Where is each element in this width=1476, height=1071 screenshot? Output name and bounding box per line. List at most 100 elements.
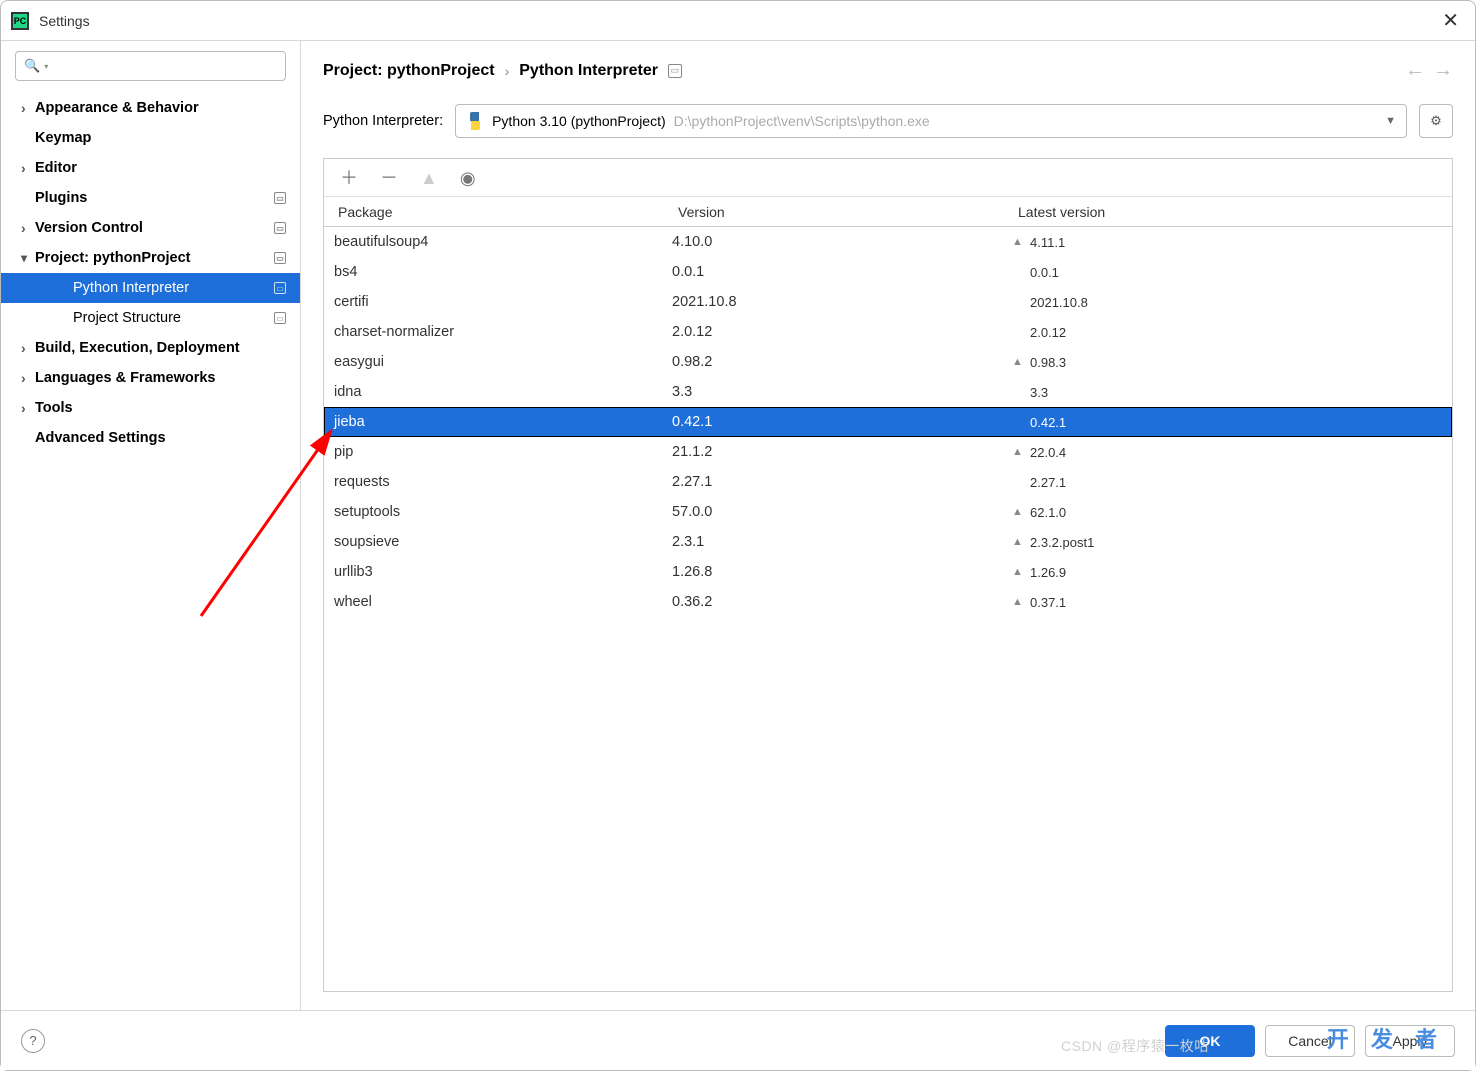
cell-version: 21.1.2 — [664, 444, 1004, 460]
table-row[interactable]: requests2.27.12.27.1 — [324, 467, 1452, 497]
breadcrumb-item-1[interactable]: Project: pythonProject — [323, 62, 495, 80]
package-toolbar: ＋ － ▲ ◉ — [324, 159, 1452, 197]
sidebar-item-languages-frameworks[interactable]: Languages & Frameworks — [1, 363, 300, 393]
table-row[interactable]: soupsieve2.3.1▲2.3.2.post1 — [324, 527, 1452, 557]
options-icon[interactable]: ▭ — [668, 64, 682, 78]
apply-button[interactable]: Apply — [1365, 1025, 1455, 1057]
table-row[interactable]: pip21.1.2▲22.0.4 — [324, 437, 1452, 467]
interpreter-select[interactable]: Python 3.10 (pythonProject) D:\pythonPro… — [455, 104, 1407, 138]
sidebar-item-label: Appearance & Behavior — [35, 100, 286, 116]
add-package-button[interactable]: ＋ — [340, 169, 358, 187]
chevron-icon — [21, 370, 35, 386]
help-button[interactable]: ? — [21, 1029, 45, 1053]
gear-button[interactable]: ⚙ — [1419, 104, 1453, 138]
header-package[interactable]: Package — [324, 204, 664, 220]
table-row[interactable]: jieba0.42.10.42.1 — [324, 407, 1452, 437]
interpreter-label: Python Interpreter: — [323, 113, 443, 129]
project-badge-icon: ▭ — [274, 252, 286, 264]
sidebar-item-project-pythonproject[interactable]: Project: pythonProject▭ — [1, 243, 300, 273]
upgrade-available-icon: ▲ — [1012, 446, 1024, 458]
table-row[interactable]: urllib31.26.8▲1.26.9 — [324, 557, 1452, 587]
cell-latest: 2.27.1 — [1004, 475, 1452, 490]
cell-package-name: requests — [324, 474, 664, 490]
table-row[interactable]: bs40.0.10.0.1 — [324, 257, 1452, 287]
back-icon[interactable]: ← — [1405, 59, 1425, 82]
table-row[interactable]: setuptools57.0.0▲62.1.0 — [324, 497, 1452, 527]
content: Project: pythonProject › Python Interpre… — [301, 41, 1475, 1010]
cell-latest-value: 62.1.0 — [1030, 505, 1066, 520]
sidebar-item-project-structure[interactable]: Project Structure▭ — [1, 303, 300, 333]
sidebar-item-label: Keymap — [35, 130, 286, 146]
project-badge-icon: ▭ — [274, 222, 286, 234]
cell-version: 0.36.2 — [664, 594, 1004, 610]
table-row[interactable]: easygui0.98.2▲0.98.3 — [324, 347, 1452, 377]
cell-version: 2.0.12 — [664, 324, 1004, 340]
search-icon: 🔍 — [24, 58, 40, 74]
sidebar-item-label: Python Interpreter — [73, 280, 274, 296]
chevron-icon — [21, 400, 35, 416]
sidebar-item-label: Version Control — [35, 220, 274, 236]
search-dropdown-icon: ▾ — [44, 62, 48, 71]
close-icon[interactable]: ✕ — [1436, 8, 1465, 33]
cancel-button[interactable]: Cancel — [1265, 1025, 1355, 1057]
table-row[interactable]: certifi2021.10.82021.10.8 — [324, 287, 1452, 317]
table-row[interactable]: wheel0.36.2▲0.37.1 — [324, 587, 1452, 617]
cell-version: 2.27.1 — [664, 474, 1004, 490]
cell-latest-value: 2021.10.8 — [1030, 295, 1088, 310]
footer-buttons: OK Cancel Apply — [1165, 1025, 1455, 1057]
ok-button[interactable]: OK — [1165, 1025, 1255, 1057]
table-row[interactable]: charset-normalizer2.0.122.0.12 — [324, 317, 1452, 347]
cell-latest: 3.3 — [1004, 385, 1452, 400]
cell-package-name: charset-normalizer — [324, 324, 664, 340]
table-row[interactable]: idna3.33.3 — [324, 377, 1452, 407]
cell-latest: ▲22.0.4 — [1004, 445, 1452, 460]
cell-package-name: pip — [324, 444, 664, 460]
project-badge-icon: ▭ — [274, 192, 286, 204]
remove-package-button[interactable]: － — [380, 169, 398, 187]
forward-icon[interactable]: → — [1433, 59, 1453, 82]
show-early-releases-button[interactable]: ◉ — [460, 169, 476, 187]
chevron-icon — [21, 340, 35, 356]
python-icon — [466, 112, 484, 130]
upgrade-package-button[interactable]: ▲ — [420, 169, 438, 187]
sidebar-item-appearance-behavior[interactable]: Appearance & Behavior — [1, 93, 300, 123]
header-version[interactable]: Version — [664, 204, 1004, 220]
cell-latest: ▲4.11.1 — [1004, 235, 1452, 250]
project-badge-icon: ▭ — [274, 312, 286, 324]
search-input[interactable]: 🔍 ▾ — [15, 51, 286, 81]
sidebar-item-keymap[interactable]: Keymap — [1, 123, 300, 153]
search-wrap: 🔍 ▾ — [1, 41, 300, 91]
sidebar-item-label: Editor — [35, 160, 286, 176]
cell-latest-value: 2.27.1 — [1030, 475, 1066, 490]
nav-arrows: ← → — [1405, 59, 1453, 82]
sidebar-item-label: Build, Execution, Deployment — [35, 340, 286, 356]
header-latest[interactable]: Latest version — [1004, 204, 1452, 220]
app-icon: PC — [11, 12, 29, 30]
sidebar: 🔍 ▾ Appearance & Behavior Keymap Editor Plu… — [1, 41, 301, 1010]
sidebar-item-label: Tools — [35, 400, 286, 416]
cell-package-name: certifi — [324, 294, 664, 310]
main: 🔍 ▾ Appearance & Behavior Keymap Editor Plu… — [1, 41, 1475, 1010]
help-icon: ? — [29, 1033, 36, 1048]
breadcrumb-item-2: Python Interpreter — [519, 62, 658, 80]
sidebar-item-label: Languages & Frameworks — [35, 370, 286, 386]
sidebar-item-build-execution-deployment[interactable]: Build, Execution, Deployment — [1, 333, 300, 363]
sidebar-item-version-control[interactable]: Version Control▭ — [1, 213, 300, 243]
cell-latest-value: 3.3 — [1030, 385, 1048, 400]
interpreter-row: Python Interpreter: Python 3.10 (pythonP… — [323, 104, 1453, 138]
cell-latest-value: 2.3.2.post1 — [1030, 535, 1094, 550]
cell-package-name: idna — [324, 384, 664, 400]
chevron-icon — [21, 160, 35, 176]
sidebar-item-advanced-settings[interactable]: Advanced Settings — [1, 423, 300, 453]
sidebar-item-tools[interactable]: Tools — [1, 393, 300, 423]
sidebar-item-python-interpreter[interactable]: Python Interpreter▭ — [1, 273, 300, 303]
sidebar-item-editor[interactable]: Editor — [1, 153, 300, 183]
cell-latest: ▲62.1.0 — [1004, 505, 1452, 520]
project-badge-icon: ▭ — [274, 282, 286, 294]
table-row[interactable]: beautifulsoup44.10.0▲4.11.1 — [324, 227, 1452, 257]
chevron-icon — [21, 100, 35, 116]
upgrade-available-icon: ▲ — [1012, 596, 1024, 608]
cell-package-name: soupsieve — [324, 534, 664, 550]
cell-latest: ▲2.3.2.post1 — [1004, 535, 1452, 550]
sidebar-item-plugins[interactable]: Plugins▭ — [1, 183, 300, 213]
